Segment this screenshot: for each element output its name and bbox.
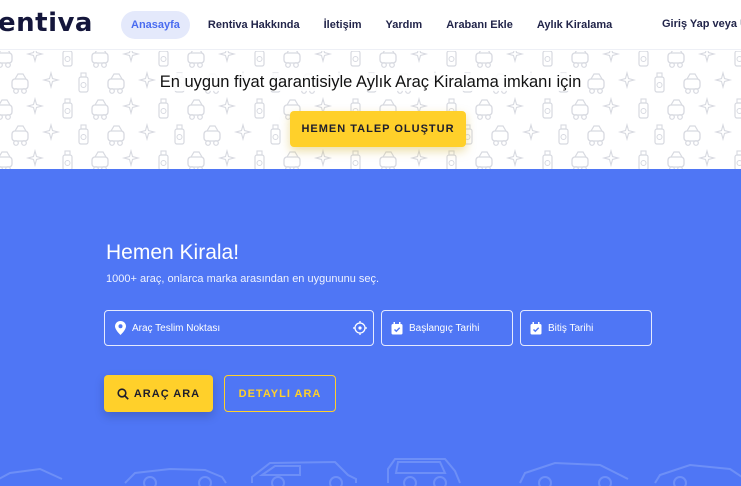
pickup-location-placeholder: Araç Teslim Noktası: [132, 322, 221, 334]
calendar-icon: [529, 321, 543, 335]
nav-anasayfa[interactable]: Anasayfa: [121, 11, 190, 39]
search-car-button[interactable]: ARAÇ ARA: [104, 375, 213, 412]
nav-aylik-kiralama[interactable]: Aylık Kiralama: [527, 11, 622, 39]
pattern-icon: [0, 51, 741, 169]
nav-rentiva-hakkinda[interactable]: Rentiva Hakkında: [198, 11, 310, 39]
detailed-search-button[interactable]: DETAYLI ARA: [224, 375, 336, 412]
car-silhouette-icon: [0, 458, 741, 486]
main-nav: Anasayfa Rentiva Hakkında İletişim Yardı…: [121, 11, 626, 39]
promo-text: En uygun fiyat garantisiyle Aylık Araç K…: [0, 73, 741, 92]
promo-banner: En uygun fiyat garantisiyle Aylık Araç K…: [0, 51, 741, 169]
start-date-placeholder: Başlangıç Tarihi: [409, 322, 480, 334]
nav-yardim[interactable]: Yardım: [376, 11, 433, 39]
location-pin-icon: [113, 321, 127, 335]
calendar-icon: [390, 321, 404, 335]
nav-iletisim[interactable]: İletişim: [314, 11, 372, 39]
nav-arabani-ekle[interactable]: Arabanı Ekle: [436, 11, 523, 39]
login-link[interactable]: Giriş Yap veya Üy: [662, 18, 741, 30]
search-icon: [117, 387, 129, 400]
request-offer-button[interactable]: HEMEN TALEP OLUŞTUR: [290, 111, 466, 147]
logo[interactable]: entiva: [0, 8, 93, 38]
start-date-field[interactable]: Başlangıç Tarihi: [381, 310, 513, 346]
pickup-location-field[interactable]: Araç Teslim Noktası: [104, 310, 374, 346]
locate-target-icon[interactable]: [353, 321, 367, 335]
site-header: entiva Anasayfa Rentiva Hakkında İletişi…: [0, 0, 741, 50]
search-car-label: ARAÇ ARA: [133, 387, 201, 400]
promo-text-label: En uygun fiyat garantisiyle Aylık Araç K…: [155, 73, 586, 91]
hero-subtitle: 1000+ araç, onlarca marka arasından en u…: [106, 273, 380, 285]
end-date-placeholder: Bitiş Tarihi: [548, 322, 594, 334]
hero-search-section: Hemen Kirala! 1000+ araç, onlarca marka …: [0, 169, 741, 486]
hero-title: Hemen Kirala!: [106, 241, 240, 264]
end-date-field[interactable]: Bitiş Tarihi: [520, 310, 652, 346]
